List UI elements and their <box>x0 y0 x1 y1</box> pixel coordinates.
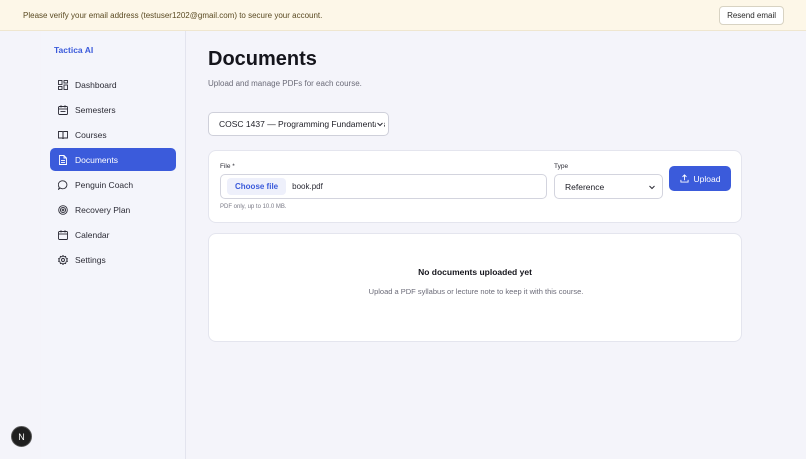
dev-tools-badge[interactable]: N <box>11 426 32 447</box>
file-hint: PDF only, up to 10.0 MB. <box>220 204 287 210</box>
type-select-value: Reference <box>565 181 605 192</box>
upload-form-card: File * Choose file book.pdf PDF only, up… <box>208 150 742 223</box>
sidebar-item-penguin-coach[interactable]: Penguin Coach <box>50 173 176 196</box>
chevron-down-icon <box>376 120 384 128</box>
sidebar-item-label: Semesters <box>75 104 116 115</box>
sidebar-item-label: Courses <box>75 129 107 140</box>
sidebar-item-courses[interactable]: Courses <box>50 123 176 146</box>
sidebar-item-dashboard[interactable]: Dashboard <box>50 73 176 96</box>
sidebar-item-label: Recovery Plan <box>75 204 131 215</box>
sidebar-item-recovery-plan[interactable]: Recovery Plan <box>50 198 176 221</box>
dashboard-icon <box>58 79 68 90</box>
sidebar-item-label: Settings <box>75 254 106 265</box>
sidebar-item-documents[interactable]: Documents <box>50 148 176 171</box>
upload-icon <box>679 174 689 183</box>
left-gutter <box>0 31 41 459</box>
calendar-icon <box>58 229 68 240</box>
gear-icon <box>58 254 68 265</box>
file-label: File * <box>220 163 235 170</box>
banner-message: Please verify your email address (testus… <box>23 10 323 20</box>
chevron-down-icon <box>648 183 656 191</box>
type-label: Type <box>554 163 569 170</box>
target-icon <box>58 204 68 215</box>
course-select[interactable]: COSC 1437 — Programming Fundamentals <box>208 112 389 136</box>
resend-email-button[interactable]: Resend email <box>719 6 784 25</box>
calendar-grid-icon <box>58 104 68 115</box>
upload-button[interactable]: Upload <box>669 166 731 191</box>
book-icon <box>58 130 68 140</box>
sidebar-item-semesters[interactable]: Semesters <box>50 98 176 121</box>
choose-file-button[interactable]: Choose file <box>227 178 287 195</box>
sidebar-item-label: Documents <box>75 154 118 165</box>
sidebar-item-calendar[interactable]: Calendar <box>50 223 176 246</box>
main-content: Documents Upload and manage PDFs for eac… <box>186 31 806 459</box>
sidebar-item-settings[interactable]: Settings <box>50 248 176 271</box>
brand-logo[interactable]: Tactica AI <box>54 45 93 55</box>
page-subtitle: Upload and manage PDFs for each course. <box>208 79 362 88</box>
document-icon <box>58 154 68 165</box>
sidebar-item-label: Penguin Coach <box>75 179 134 190</box>
type-select[interactable]: Reference <box>554 174 663 199</box>
selected-file-name: book.pdf <box>292 182 323 191</box>
upload-button-label: Upload <box>693 173 721 184</box>
page-title: Documents <box>208 48 317 70</box>
course-select-value: COSC 1437 — Programming Fundamentals <box>219 119 386 129</box>
file-input[interactable]: Choose file book.pdf <box>220 174 547 199</box>
sidebar: Tactica AI Dashboard Semesters Courses D… <box>41 31 186 459</box>
chat-bubble-icon <box>58 179 68 190</box>
sidebar-item-label: Calendar <box>75 229 110 240</box>
sidebar-item-label: Dashboard <box>75 79 117 90</box>
empty-state-title: No documents uploaded yet <box>418 267 532 277</box>
verify-email-banner: Please verify your email address (testus… <box>0 0 806 31</box>
documents-empty-state: No documents uploaded yet Upload a PDF s… <box>208 233 742 342</box>
empty-state-description: Upload a PDF syllabus or lecture note to… <box>368 287 584 296</box>
sidebar-nav: Dashboard Semesters Courses Documents Pe… <box>50 73 176 273</box>
